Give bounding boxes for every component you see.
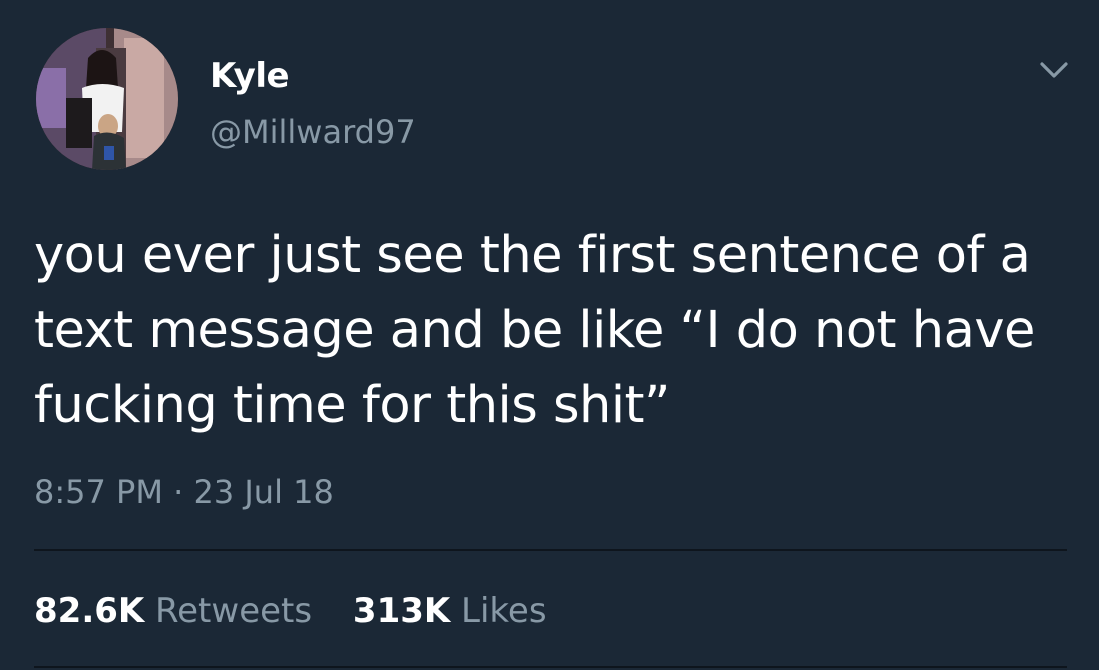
tweet-card: Kyle @Millward97 you ever just see the f… bbox=[0, 0, 1099, 670]
likes-label: Likes bbox=[461, 591, 547, 631]
tweet-timestamp[interactable]: 8:57 PM · 23 Jul 18 bbox=[34, 472, 334, 512]
display-name[interactable]: Kyle bbox=[210, 56, 290, 96]
tweet-stats: 82.6K Retweets 313K Likes bbox=[34, 590, 577, 632]
retweets-count: 82.6K bbox=[34, 591, 145, 631]
chevron-down-icon[interactable] bbox=[1034, 56, 1074, 84]
retweets-stat[interactable]: 82.6K Retweets bbox=[34, 590, 312, 632]
avatar[interactable] bbox=[36, 28, 178, 170]
retweets-label: Retweets bbox=[155, 591, 313, 631]
likes-stat[interactable]: 313K Likes bbox=[353, 590, 547, 632]
tweet-text: you ever just see the first sentence of … bbox=[34, 226, 1035, 435]
divider-bottom bbox=[34, 666, 1067, 668]
divider bbox=[34, 549, 1067, 551]
user-handle[interactable]: @Millward97 bbox=[210, 112, 416, 152]
likes-count: 313K bbox=[352, 591, 451, 631]
